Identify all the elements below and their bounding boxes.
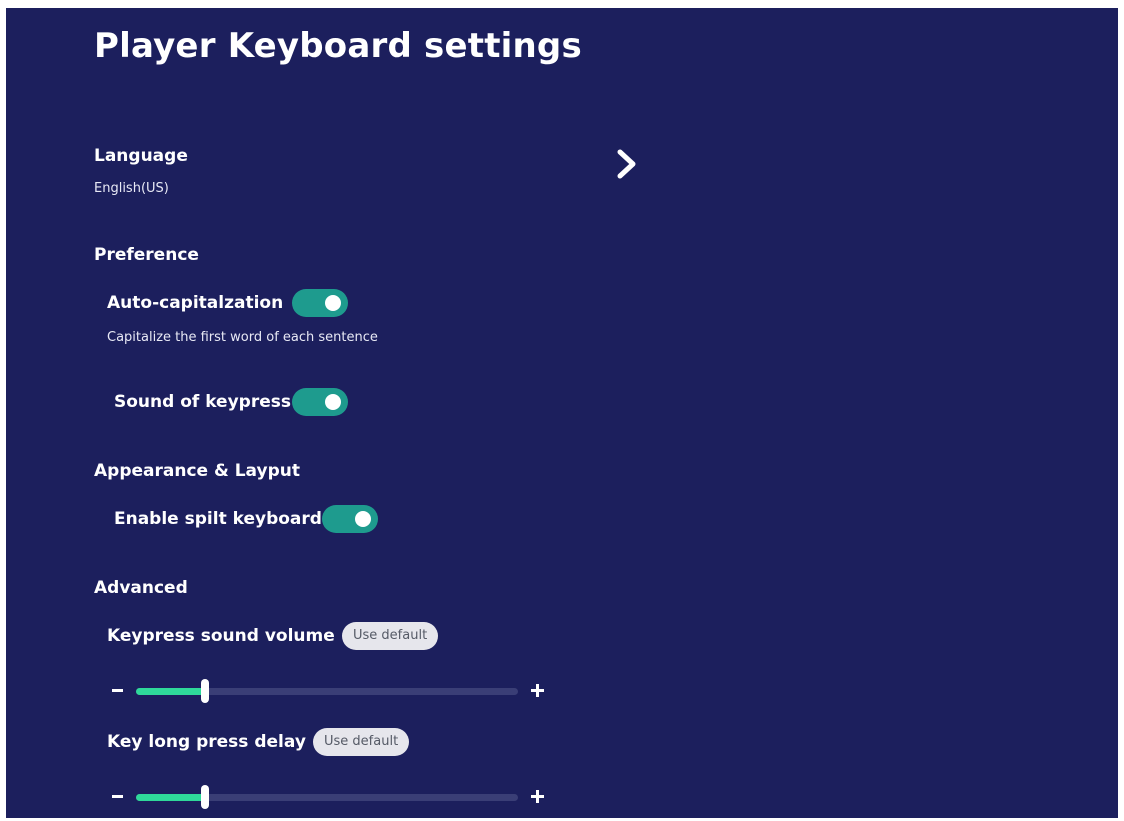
plus-icon[interactable] bbox=[531, 790, 544, 803]
slider-fill bbox=[136, 688, 205, 695]
keypress-sound-label: Sound of keypress bbox=[114, 392, 291, 412]
page-title: Player Keyboard settings bbox=[94, 26, 582, 66]
toggle-knob bbox=[325, 295, 341, 311]
minus-icon[interactable] bbox=[112, 795, 123, 798]
keypress-volume-slider[interactable] bbox=[106, 679, 556, 703]
settings-panel: Player Keyboard settings Language Englis… bbox=[6, 8, 1118, 818]
slider-thumb[interactable] bbox=[201, 679, 209, 703]
keypress-sound-toggle[interactable] bbox=[292, 388, 348, 416]
appearance-heading: Appearance & Layput bbox=[94, 461, 300, 481]
slider-fill bbox=[136, 794, 205, 801]
advanced-heading: Advanced bbox=[94, 578, 188, 598]
delay-use-default-button[interactable]: Use default bbox=[313, 728, 410, 756]
long-press-delay-label: Key long press delay bbox=[107, 732, 306, 752]
slider-thumb[interactable] bbox=[201, 785, 209, 809]
keypress-volume-label: Keypress sound volume bbox=[107, 626, 335, 646]
long-press-delay-slider[interactable] bbox=[106, 785, 556, 809]
plus-icon[interactable] bbox=[531, 684, 544, 697]
split-keyboard-toggle[interactable] bbox=[322, 505, 378, 533]
auto-capitalization-label: Auto-capitalzation bbox=[107, 293, 284, 313]
language-value: English(US) bbox=[94, 181, 169, 196]
toggle-knob bbox=[355, 511, 371, 527]
volume-use-default-button[interactable]: Use default bbox=[342, 622, 439, 650]
language-heading[interactable]: Language bbox=[94, 146, 188, 166]
preference-heading: Preference bbox=[94, 245, 199, 265]
toggle-knob bbox=[325, 394, 341, 410]
auto-capitalization-toggle[interactable] bbox=[292, 289, 348, 317]
split-keyboard-label: Enable spilt keyboard bbox=[114, 509, 322, 529]
minus-icon[interactable] bbox=[112, 689, 123, 692]
auto-capitalization-description: Capitalize the first word of each senten… bbox=[107, 330, 378, 345]
chevron-right-icon[interactable] bbox=[613, 148, 641, 180]
